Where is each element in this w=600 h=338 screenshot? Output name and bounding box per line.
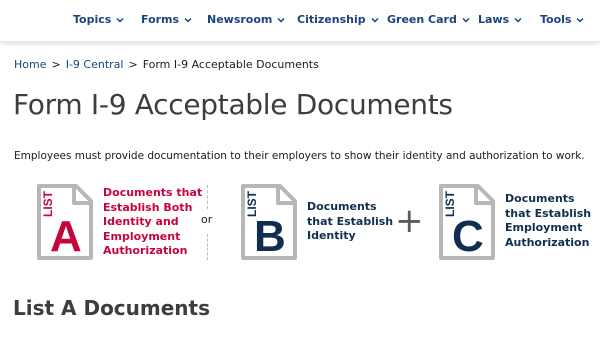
or-connector: or xyxy=(201,213,213,226)
chevron-down-icon xyxy=(116,16,124,24)
list-b-caption[interactable]: Documents that Establish Identity xyxy=(307,200,393,244)
dashed-divider xyxy=(207,185,208,209)
nav-topics-label: Topics xyxy=(73,13,112,26)
list-c-document-icon[interactable]: LIST C xyxy=(438,183,496,261)
breadcrumb-separator: > xyxy=(128,58,138,71)
list-c-caption-line: Documents xyxy=(505,192,575,205)
chevron-down-icon xyxy=(576,16,585,24)
list-a-caption-line: Identity and xyxy=(103,215,179,228)
list-c-letter: C xyxy=(452,212,484,261)
list-a-caption-line: Establish Both xyxy=(103,200,193,214)
breadcrumb-current: Form I-9 Acceptable Documents xyxy=(142,58,319,71)
chevron-down-icon xyxy=(184,16,192,24)
nav-green-card[interactable]: Green Card xyxy=(387,13,470,26)
list-c-caption-line: that Establish xyxy=(505,206,592,220)
breadcrumb-home-link[interactable]: Home xyxy=(14,58,46,71)
breadcrumb-separator: > xyxy=(51,58,61,71)
nav-green-card-label: Green Card xyxy=(387,13,457,26)
list-a-caption-line: Documents that xyxy=(103,186,203,199)
list-b-letter: B xyxy=(254,212,286,261)
nav-tools-label: Tools xyxy=(540,13,572,26)
page-title: Form I-9 Acceptable Documents xyxy=(13,88,453,121)
nav-laws[interactable]: Laws xyxy=(478,13,522,26)
main-navigation: Topics Forms Newsroom Citizenship Green … xyxy=(0,0,600,42)
nav-laws-label: Laws xyxy=(478,13,510,26)
section-heading-list-a: List A Documents xyxy=(13,296,211,320)
chevron-down-icon xyxy=(371,16,379,24)
list-b-document-icon[interactable]: LIST B xyxy=(240,183,298,261)
chevron-down-icon xyxy=(462,16,470,24)
nav-citizenship-label: Citizenship xyxy=(297,13,366,26)
breadcrumb-i9-central-link[interactable]: I-9 Central xyxy=(66,58,124,71)
list-c-caption-line: Authorization xyxy=(505,235,590,249)
nav-topics[interactable]: Topics xyxy=(73,13,124,26)
plus-connector: + xyxy=(395,201,424,241)
list-c-caption-line: Employment xyxy=(505,221,583,234)
list-c-caption[interactable]: Documents that Establish Employment Auth… xyxy=(505,192,591,250)
list-a-caption[interactable]: Documents that Establish Both Identity a… xyxy=(103,186,202,259)
list-b-caption-line: that Establish xyxy=(307,214,394,228)
list-a-document-icon[interactable]: LIST A xyxy=(36,183,94,261)
nav-newsroom-label: Newsroom xyxy=(207,13,273,26)
list-a-letter: A xyxy=(50,212,82,261)
nav-tools[interactable]: Tools xyxy=(540,13,585,26)
chevron-down-icon xyxy=(514,16,522,24)
nav-citizenship[interactable]: Citizenship xyxy=(297,13,379,26)
list-b-caption-line: Identity xyxy=(307,229,356,242)
chevron-down-icon xyxy=(277,16,285,24)
nav-newsroom[interactable]: Newsroom xyxy=(207,13,285,26)
dashed-divider xyxy=(207,234,208,260)
nav-forms-label: Forms xyxy=(141,13,180,26)
list-a-caption-line: Employment xyxy=(103,229,181,243)
intro-text: Employees must provide documentation to … xyxy=(14,150,585,162)
list-a-caption-line: Authorization xyxy=(103,244,188,257)
nav-forms[interactable]: Forms xyxy=(141,13,192,26)
list-b-caption-line: Documents xyxy=(307,200,377,213)
breadcrumb: Home > I-9 Central > Form I-9 Acceptable Doc… xyxy=(14,58,319,71)
